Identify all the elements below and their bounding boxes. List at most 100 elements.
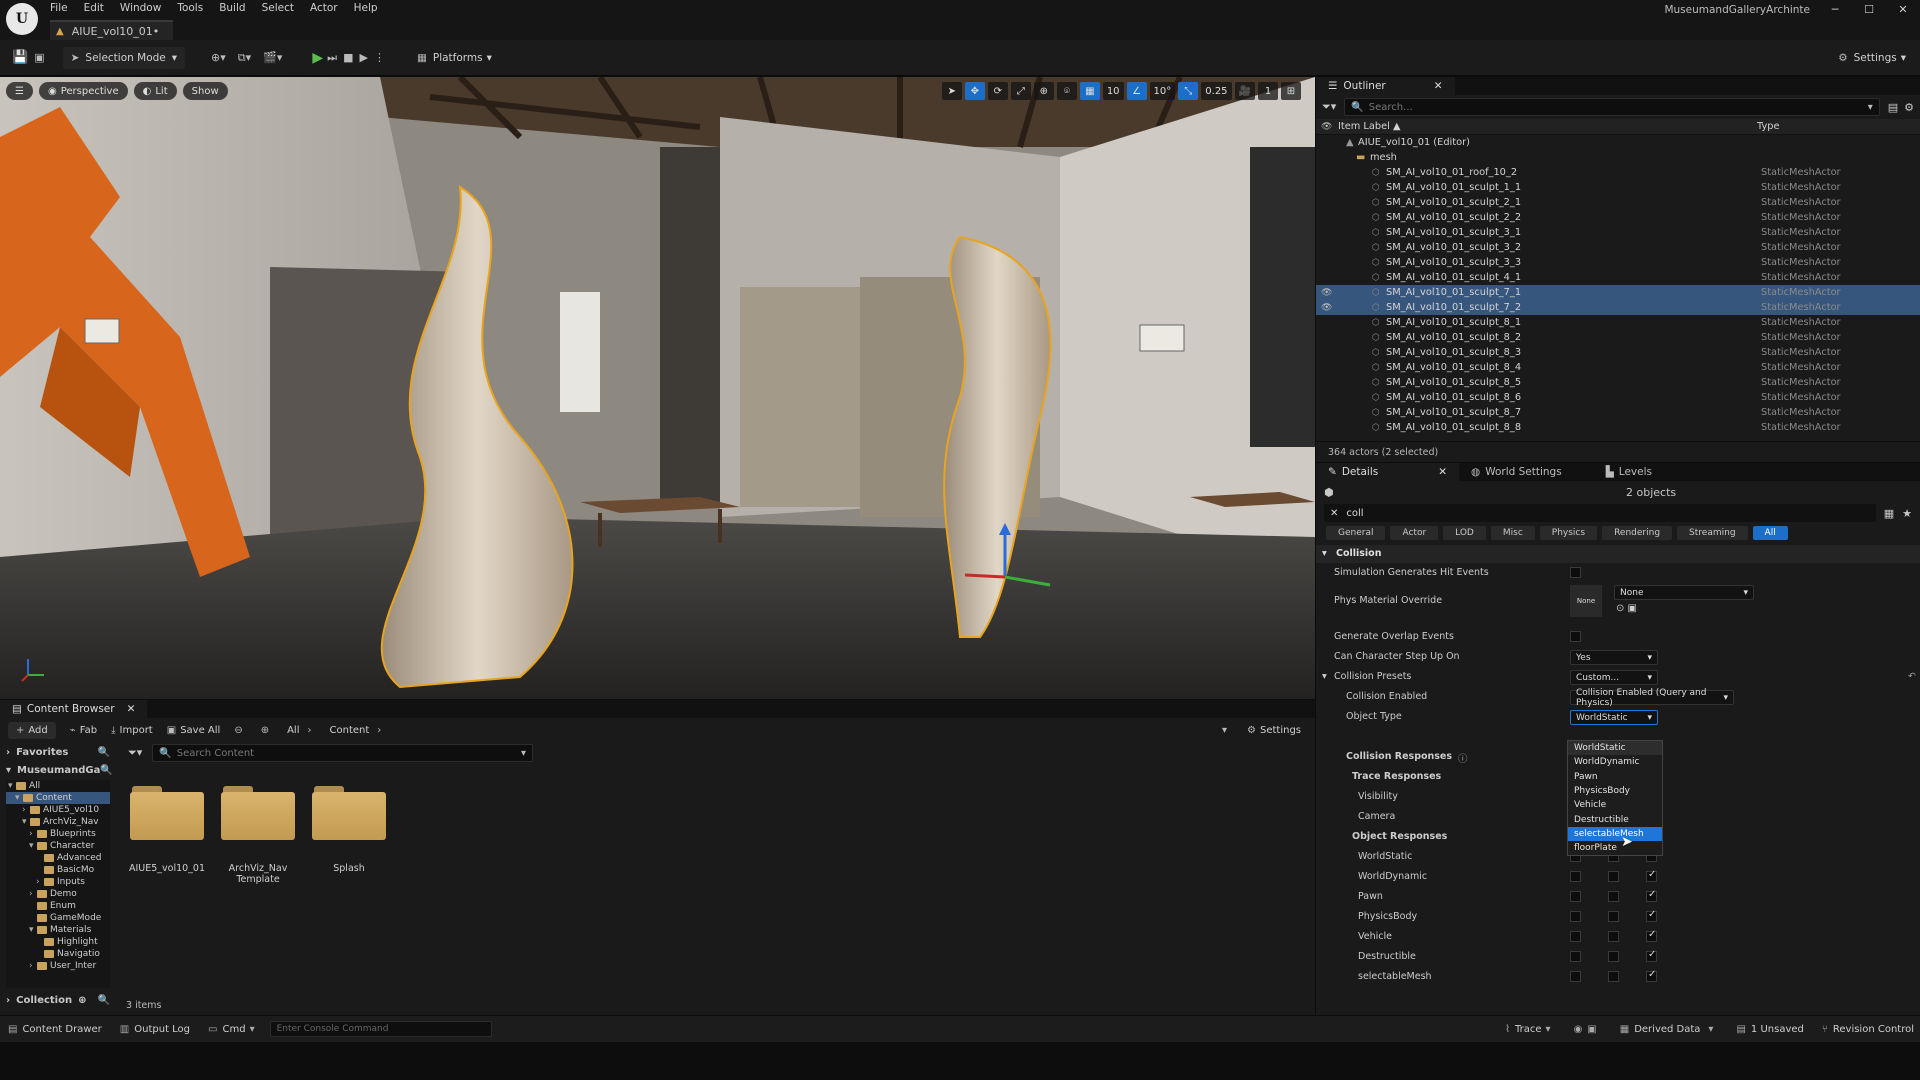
filter-icon[interactable]: ⏷▾: [1322, 100, 1336, 114]
collision-section-header[interactable]: ▾ Collision: [1316, 545, 1920, 563]
derived-data-button[interactable]: ▦ Derived Data ▾: [1620, 1024, 1719, 1035]
star-icon[interactable]: ★: [1902, 507, 1912, 520]
rotation-snap-value[interactable]: 10°: [1149, 82, 1176, 100]
folder-tree-item[interactable]: › Blueprints: [6, 828, 110, 840]
outliner-row[interactable]: ⬡ SM_AI_vol10_01_sculpt_8_5 StaticMeshActo…: [1316, 375, 1920, 390]
settings-icon[interactable]: ⚙: [1904, 101, 1914, 114]
level-tab[interactable]: ▲ AIUE_vol10_01•: [50, 20, 174, 40]
menu-edit[interactable]: Edit: [84, 2, 104, 14]
filter-lod[interactable]: LOD: [1443, 526, 1486, 540]
visibility-icon[interactable]: 👁: [1321, 288, 1332, 298]
folder-tree-item[interactable]: Enum: [6, 900, 110, 912]
cinematics-icon[interactable]: 🎬▾: [263, 51, 282, 64]
filter-physics[interactable]: Physics: [1539, 526, 1598, 540]
filter-streaming[interactable]: Streaming: [1677, 526, 1748, 540]
folder-tree-item[interactable]: ▾ Character: [6, 840, 110, 852]
rotation-snap-icon[interactable]: ∠: [1126, 82, 1147, 100]
menu-select[interactable]: Select: [262, 2, 294, 14]
overlap-checkbox[interactable]: [1608, 951, 1619, 962]
select-tool-icon[interactable]: ➤: [941, 82, 962, 100]
outliner-row[interactable]: ⬡ SM_AI_vol10_01_sculpt_8_3 StaticMeshActo…: [1316, 345, 1920, 360]
save-all-button[interactable]: ▣ Save All: [167, 725, 221, 736]
overlap-checkbox[interactable]: [1608, 891, 1619, 902]
more-options-icon[interactable]: ⋮: [374, 51, 385, 64]
block-checkbox[interactable]: [1646, 889, 1657, 902]
outliner-row[interactable]: 👁 ⬡ SM_AI_vol10_01_sculpt_7_2 StaticMeshAct…: [1316, 300, 1920, 315]
outliner-tab[interactable]: ☰ Outliner ✕: [1316, 77, 1455, 95]
overlap-checkbox[interactable]: [1608, 911, 1619, 922]
outliner-row[interactable]: ⬡ SM_AI_vol10_01_sculpt_4_1 StaticMeshActo…: [1316, 270, 1920, 285]
breadcrumb-all[interactable]: All ›: [287, 725, 315, 736]
content-settings-button[interactable]: ⚙ Settings: [1247, 725, 1301, 736]
phys-material-combo[interactable]: None ▾: [1614, 585, 1754, 600]
import-button[interactable]: ⤓ Import: [111, 725, 153, 736]
folder-tree-item[interactable]: › User_Inter: [6, 960, 110, 972]
launch-icon[interactable]: ▶: [359, 51, 367, 64]
world-space-icon[interactable]: ⊕: [1033, 82, 1054, 100]
viewport-menu-button[interactable]: ☰: [6, 82, 33, 100]
folder-tree-item[interactable]: ▾ Content: [6, 792, 110, 804]
minimize-icon[interactable]: ─: [1818, 3, 1852, 16]
perspective-button[interactable]: ◉ Perspective: [38, 82, 128, 100]
rotate-tool-icon[interactable]: ⟳: [987, 82, 1008, 100]
step-icon[interactable]: ⏭: [327, 51, 337, 65]
menu-help[interactable]: Help: [354, 2, 378, 14]
block-checkbox[interactable]: [1646, 869, 1657, 882]
ignore-checkbox[interactable]: [1570, 891, 1581, 902]
folder-tree-item[interactable]: Highlight: [6, 936, 110, 948]
dropdown-option[interactable]: selectableMesh: [1568, 826, 1662, 842]
levels-tab[interactable]: ▙ Levels: [1593, 463, 1664, 481]
outliner-row[interactable]: 👁 ⬡ SM_AI_vol10_01_sculpt_7_1 StaticMeshAct…: [1316, 285, 1920, 300]
add-actor-icon[interactable]: ⊕▾: [211, 51, 226, 64]
outliner-row[interactable]: ⬡ SM_AI_vol10_01_sculpt_3_2 StaticMeshActo…: [1316, 240, 1920, 255]
grid-view-icon[interactable]: ▦: [1884, 507, 1894, 520]
browse-icon[interactable]: ▣: [34, 51, 44, 64]
outliner-row[interactable]: ⬡ SM_AI_vol10_01_sculpt_8_7 StaticMeshActo…: [1316, 405, 1920, 420]
visibility-icon[interactable]: 👁: [1321, 303, 1332, 313]
outliner-search-input[interactable]: 🔍 Search... ▾: [1344, 98, 1880, 116]
close-icon[interactable]: ✕: [1434, 80, 1443, 92]
project-section[interactable]: ▾ MuseumandGa 🔍: [6, 762, 113, 778]
outliner-row[interactable]: ⬡ SM_AI_vol10_01_sculpt_2_2 StaticMeshActo…: [1316, 210, 1920, 225]
scale-tool-icon[interactable]: ⤢: [1010, 82, 1031, 100]
filter-all[interactable]: All: [1752, 526, 1788, 540]
ignore-checkbox[interactable]: [1570, 911, 1581, 922]
close-icon[interactable]: ✕: [1438, 466, 1447, 478]
filter-actor[interactable]: Actor: [1390, 526, 1439, 540]
gen-overlap-checkbox[interactable]: [1570, 631, 1581, 642]
add-folder-icon[interactable]: ▤: [1888, 101, 1898, 114]
details-tab[interactable]: ✎ Details ✕: [1316, 463, 1460, 481]
content-folder[interactable]: [221, 786, 295, 842]
scale-snap-icon[interactable]: ⤡: [1178, 82, 1199, 100]
sim-hit-checkbox[interactable]: [1570, 567, 1581, 578]
search-icon[interactable]: 🔍: [100, 765, 112, 776]
world-settings-tab[interactable]: ◍ World Settings: [1459, 463, 1574, 481]
folder-tree-item[interactable]: Navigatio: [6, 948, 110, 960]
dropdown-option[interactable]: floorPlate: [1568, 841, 1662, 855]
overlap-checkbox[interactable]: [1608, 931, 1619, 942]
unreal-logo-icon[interactable]: U: [6, 3, 38, 35]
block-checkbox[interactable]: [1646, 949, 1657, 962]
folder-tree-item[interactable]: › AIUE5_vol10: [6, 804, 110, 816]
help-icon[interactable]: ⓘ: [1458, 751, 1468, 765]
close-icon[interactable]: ✕: [127, 703, 136, 715]
collision-enabled-combo[interactable]: Collision Enabled (Query and Physics) ▾: [1570, 688, 1734, 708]
breadcrumb-content[interactable]: Content ›: [330, 725, 386, 736]
history-forward-button[interactable]: ⊕: [261, 725, 273, 736]
collections-section[interactable]: › Collection ⊕ 🔍: [6, 992, 110, 1008]
folder-tree-item[interactable]: Advanced: [6, 852, 110, 864]
filter-misc[interactable]: Misc: [1490, 526, 1535, 540]
expand-icon[interactable]: ▾: [1322, 671, 1327, 682]
maximize-icon[interactable]: ☐: [1852, 3, 1886, 16]
record-buttons[interactable]: ◉ ▣: [1574, 1024, 1602, 1035]
save-icon[interactable]: 💾: [12, 50, 28, 65]
outliner-row[interactable]: ⬡ SM_AI_vol10_01_sculpt_8_4 StaticMeshActo…: [1316, 360, 1920, 375]
folder-tree-item[interactable]: BasicMo: [6, 864, 110, 876]
browse-asset-icon[interactable]: ⊙ ▣: [1616, 603, 1637, 614]
outliner-row[interactable]: ⬡ SM_AI_vol10_01_sculpt_8_8 StaticMeshActo…: [1316, 420, 1920, 435]
search-icon[interactable]: 🔍: [98, 995, 110, 1006]
menu-build[interactable]: Build: [219, 2, 245, 14]
menu-window[interactable]: Window: [120, 2, 161, 14]
type-column[interactable]: Type: [1757, 121, 1780, 132]
outliner-row[interactable]: ⬡ SM_AI_vol10_01_sculpt_8_2 StaticMeshActo…: [1316, 330, 1920, 345]
